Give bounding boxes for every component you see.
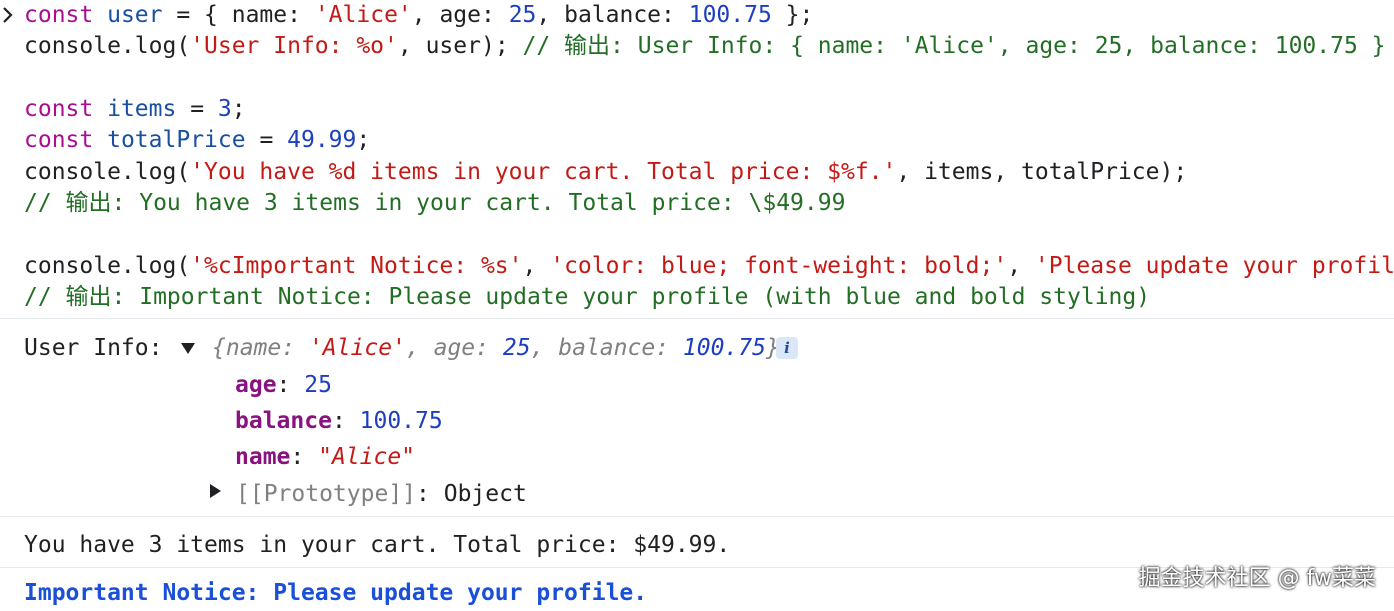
- variable: totalPrice: [107, 127, 246, 153]
- console-divider: [0, 318, 1394, 319]
- console-output-user-info: User Info:: [24, 333, 176, 363]
- number-literal: 49.99: [287, 127, 357, 153]
- variable: items: [107, 96, 177, 122]
- code-text: , items, totalPrice);: [896, 159, 1188, 185]
- number-literal: 3: [217, 96, 232, 122]
- property-key: age: [235, 372, 277, 398]
- prototype-key: [[Prototype]]: [236, 481, 417, 507]
- chevron-right-icon: [3, 7, 13, 23]
- property-value: 25: [304, 372, 332, 398]
- code-comment: // 输出: Important Notice: Please update y…: [24, 284, 1151, 310]
- preview-key: age: [433, 335, 476, 361]
- code-line-4[interactable]: const items = 3;: [24, 94, 246, 124]
- property-key: balance: [235, 408, 332, 434]
- preview-key: name: [225, 335, 282, 361]
- property-key: name: [235, 444, 291, 470]
- string-literal: 'You have %d items in your cart. Total p…: [190, 159, 897, 185]
- string-literal: 'Alice': [314, 2, 412, 28]
- code-text: , age:: [411, 2, 509, 28]
- string-literal: 'color: blue; font-weight: bold;': [550, 253, 1008, 279]
- preview-number: 25: [502, 335, 531, 361]
- keyword: const: [24, 127, 94, 153]
- keyword: const: [24, 96, 94, 122]
- console-output-cart: You have 3 items in your cart. Total pri…: [24, 530, 730, 560]
- code-text: =: [176, 96, 218, 122]
- code-comment: // 输出: You have 3 items in your cart. To…: [24, 190, 846, 216]
- object-property: balance: 100.75: [235, 408, 443, 434]
- code-text: console.log(: [24, 33, 191, 59]
- property-value: "Alice": [318, 444, 416, 470]
- code-text: console.log(: [24, 253, 191, 279]
- console-output-notice: Important Notice: Please update your pro…: [24, 580, 648, 606]
- code-text: , user);: [397, 33, 523, 59]
- number-literal: 100.75: [688, 2, 772, 28]
- code-line-9[interactable]: console.log('%cImportant Notice: %s', 'c…: [24, 251, 1394, 281]
- code-text: };: [771, 2, 814, 28]
- code-line-10[interactable]: // 输出: Important Notice: Please update y…: [24, 282, 1150, 312]
- code-text: ,: [1007, 253, 1035, 279]
- variable: user: [107, 2, 163, 28]
- prototype-row[interactable]: [[Prototype]]: Object: [236, 477, 527, 511]
- preview-number: 100.75: [682, 335, 766, 361]
- preview-string: 'Alice': [308, 335, 406, 361]
- code-line-6[interactable]: console.log('You have %d items in your c…: [24, 157, 1187, 187]
- object-property: name: "Alice": [235, 444, 416, 470]
- code-text: ;: [231, 96, 246, 122]
- property-value: 100.75: [359, 408, 443, 434]
- string-literal: 'Please update your profile.': [1034, 253, 1394, 279]
- code-text: ;: [356, 127, 371, 153]
- output-label: User Info:: [24, 335, 177, 361]
- preview-brace: {: [212, 335, 226, 361]
- code-text: , balance:: [536, 2, 689, 28]
- code-line-5[interactable]: const totalPrice = 49.99;: [24, 125, 370, 155]
- preview-key: balance: [558, 335, 656, 361]
- object-preview[interactable]: {name: 'Alice', age: 25, balance: 100.75…: [212, 333, 780, 363]
- object-property: age: 25: [235, 372, 332, 398]
- expand-prototype-icon[interactable]: [210, 484, 221, 498]
- code-line-2[interactable]: console.log('User Info: %o', user); // 输…: [24, 31, 1386, 61]
- number-literal: 25: [508, 2, 537, 28]
- code-text: ,: [522, 253, 551, 279]
- code-comment: // 输出: User Info: { name: 'Alice', age: …: [522, 33, 1386, 59]
- watermark: 掘金技术社区 @ fw菜菜: [1138, 566, 1376, 591]
- code-text: console.log(: [24, 159, 191, 185]
- prototype-value: Object: [443, 481, 527, 507]
- expand-toggle-icon[interactable]: [181, 343, 195, 354]
- string-literal: 'User Info: %o': [190, 33, 398, 59]
- console-input-history: const user = { name: 'Alice', age: 25, b…: [0, 0, 1394, 316]
- code-text: = { name:: [162, 2, 315, 28]
- string-literal: '%cImportant Notice: %s': [190, 253, 523, 279]
- console-divider: [0, 516, 1394, 517]
- code-text: =: [245, 127, 288, 153]
- keyword: const: [24, 2, 94, 28]
- code-line-7[interactable]: // 输出: You have 3 items in your cart. To…: [24, 188, 845, 218]
- code-line-1[interactable]: const user = { name: 'Alice', age: 25, b…: [24, 0, 813, 30]
- output-message: You have 3 items in your cart. Total pri…: [24, 532, 731, 558]
- info-icon[interactable]: i: [776, 337, 798, 359]
